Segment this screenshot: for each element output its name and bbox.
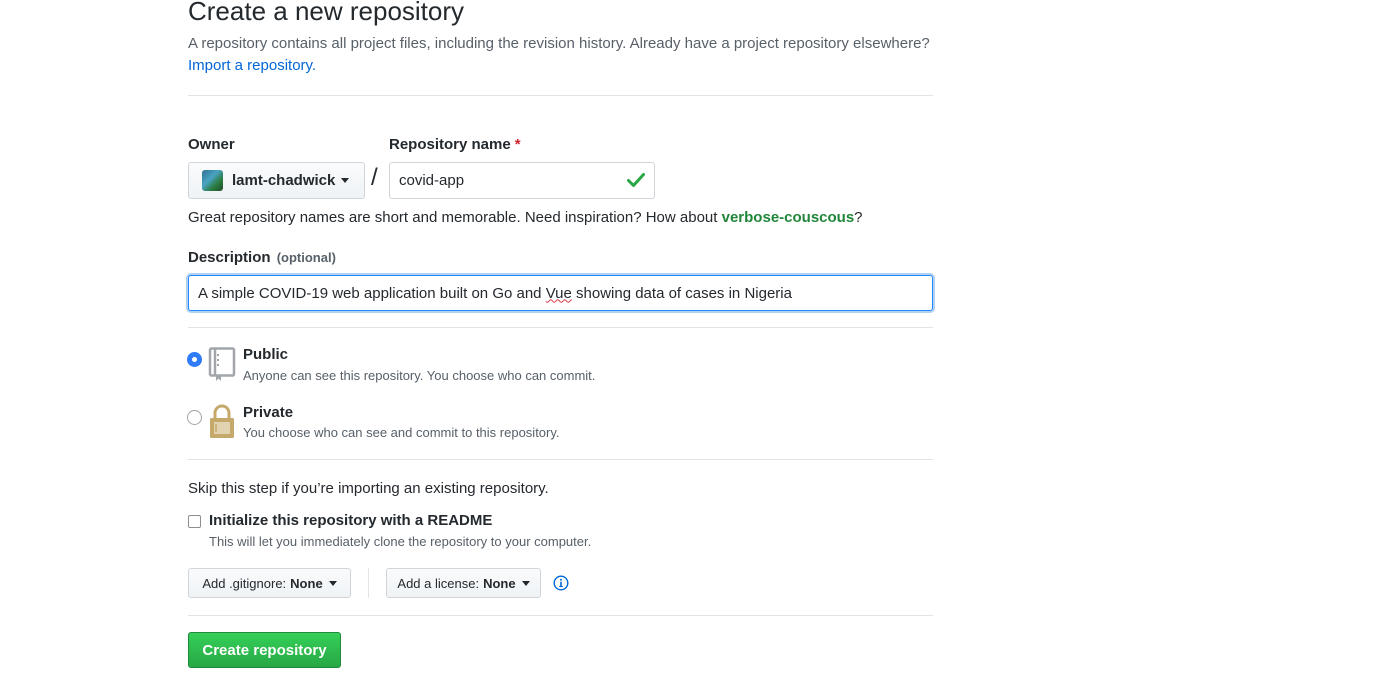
page-description-text: A repository contains all project files,…	[188, 35, 930, 52]
chevron-down-icon	[341, 178, 350, 183]
info-icon[interactable]	[553, 575, 569, 591]
private-note: You choose who can see and commit to thi…	[243, 425, 560, 440]
description-input[interactable]: A simple COVID-19 web application built …	[188, 275, 933, 311]
create-repository-button[interactable]: Create repository	[188, 632, 341, 668]
divider	[188, 615, 933, 616]
repo-book-icon	[208, 347, 236, 381]
owner-select-button[interactable]: lamt-chadwick	[188, 162, 365, 199]
skip-step-note: Skip this step if you’re importing an ex…	[188, 480, 549, 497]
repository-name-hint: Great repository names are short and mem…	[188, 209, 863, 226]
gitignore-value: None	[290, 575, 323, 591]
private-label: Private	[243, 404, 294, 421]
public-note: Anyone can see this repository. You choo…	[243, 368, 596, 383]
check-icon	[627, 173, 645, 187]
repository-name-input[interactable]: covid-app	[389, 162, 655, 199]
gitignore-label: Add .gitignore:	[202, 575, 287, 591]
lock-icon	[210, 404, 234, 438]
owner-value: lamt-chadwick	[232, 172, 336, 189]
description-label: Description (optional)	[188, 249, 336, 266]
private-radio[interactable]	[187, 410, 202, 425]
import-repository-link[interactable]: Import a repository.	[188, 57, 316, 74]
divider	[188, 95, 933, 96]
readme-label[interactable]: Initialize this repository with a README	[209, 512, 492, 529]
optional-note: (optional)	[276, 250, 336, 265]
repository-name-label: Repository name *	[389, 136, 521, 153]
gitignore-select-button[interactable]: Add .gitignore: None	[188, 568, 351, 598]
public-label: Public	[243, 346, 289, 363]
page-description: A repository contains all project files,…	[188, 33, 933, 77]
spellcheck-word: Vue	[545, 284, 572, 302]
name-suggestion[interactable]: verbose-couscous	[722, 209, 855, 226]
readme-checkbox[interactable]	[188, 515, 201, 528]
chevron-down-icon	[521, 580, 530, 586]
page-title: Create a new repository	[188, 0, 465, 26]
avatar	[202, 170, 223, 191]
license-select-button[interactable]: Add a license: None	[386, 568, 541, 598]
chevron-down-icon	[328, 580, 337, 586]
readme-note: This will let you immediately clone the …	[209, 534, 592, 549]
owner-label: Owner	[188, 136, 235, 153]
button-separator	[368, 568, 369, 598]
owner-name-separator: /	[371, 164, 378, 191]
divider	[188, 327, 933, 328]
public-radio[interactable]	[187, 352, 202, 367]
required-marker: *	[514, 136, 521, 153]
license-label: Add a license:	[397, 575, 480, 591]
divider	[188, 459, 933, 460]
license-value: None	[483, 575, 516, 591]
